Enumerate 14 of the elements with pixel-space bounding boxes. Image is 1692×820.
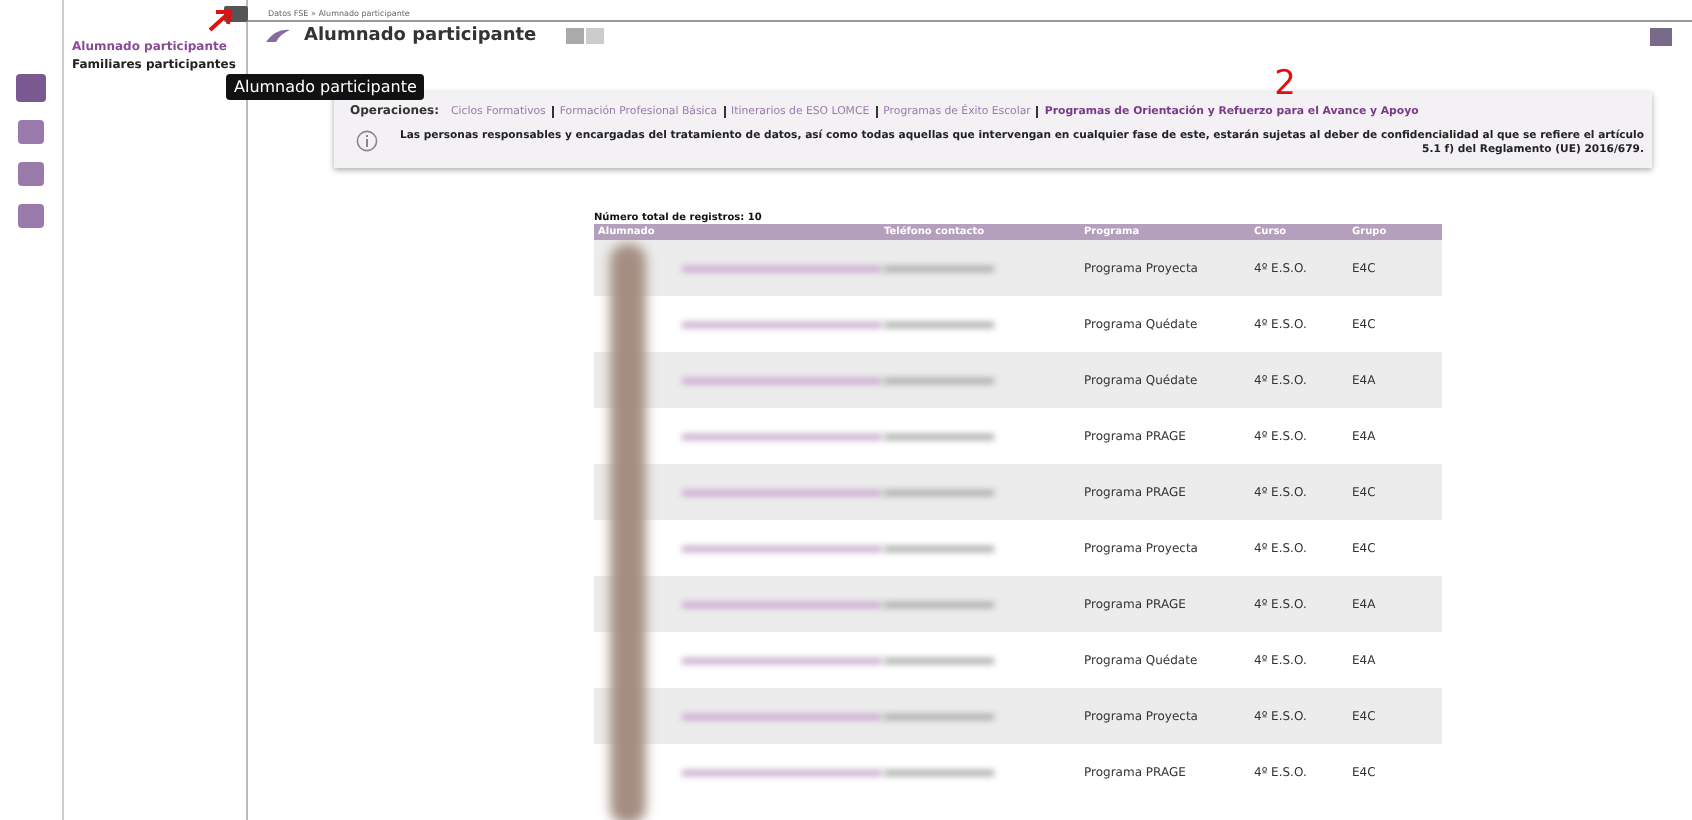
page-title: Alumnado participante (304, 26, 539, 46)
list-button[interactable] (586, 28, 604, 44)
annotation-number: 2 (1274, 64, 1296, 104)
blurred-phone (884, 545, 994, 551)
blurred-phone (884, 657, 994, 663)
blurred-phone (884, 321, 994, 327)
next-button[interactable] (566, 28, 584, 44)
blurred-phone (884, 433, 994, 439)
tooltip: Alumnado participante (226, 74, 425, 100)
blurred-phone (884, 769, 994, 775)
annotation-arrow (204, 6, 236, 34)
wing-icon (264, 28, 292, 44)
info-icon (356, 130, 378, 152)
options-button[interactable] (1650, 27, 1672, 45)
